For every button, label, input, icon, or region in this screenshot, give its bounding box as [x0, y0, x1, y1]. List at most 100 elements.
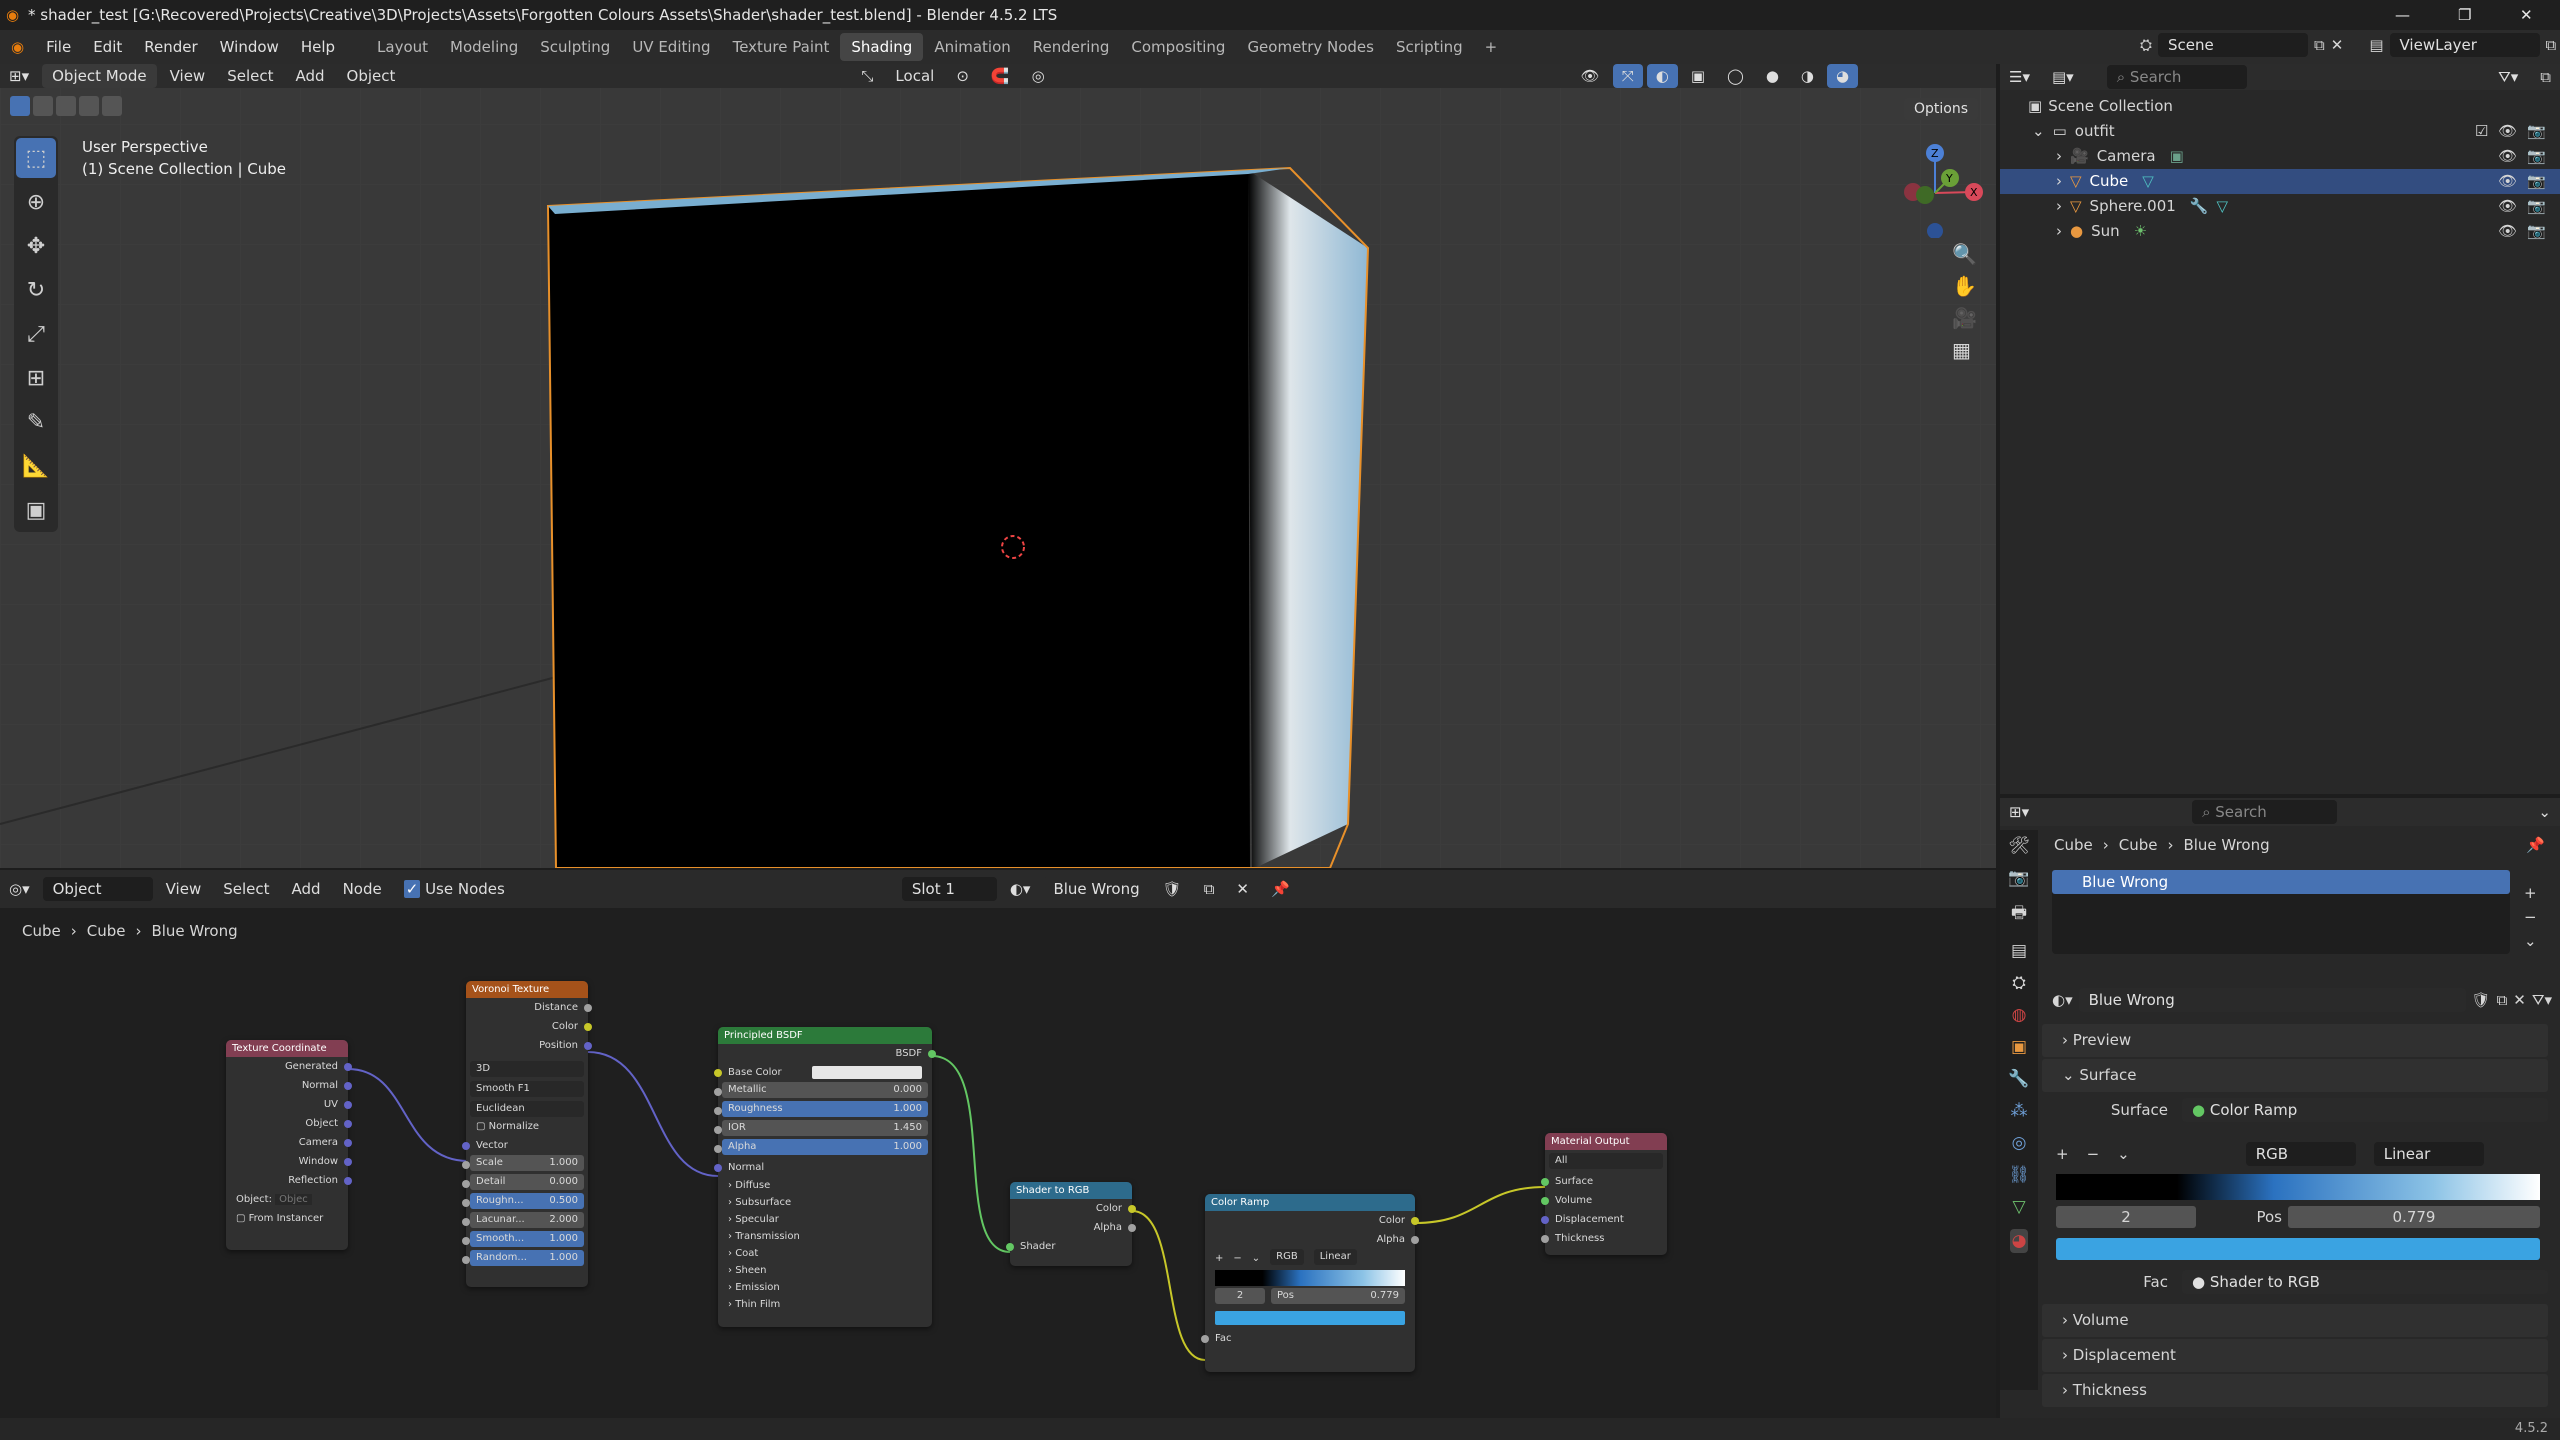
output-target-dropdown[interactable]: All — [1549, 1153, 1663, 1169]
tab-rendering[interactable]: Rendering — [1022, 33, 1121, 61]
view-layer-selector[interactable]: ViewLayer — [2389, 33, 2540, 57]
menu-file[interactable]: File — [35, 38, 82, 56]
voronoi-scale-field[interactable]: Scale 1.000 — [462, 1155, 588, 1174]
zoom-icon[interactable]: 🔍 — [1952, 242, 1977, 266]
material-tab-icon[interactable]: ◕ — [2009, 1229, 2029, 1253]
scene-tab-icon[interactable]: ⛭ — [2012, 973, 2026, 993]
feature-dropdown[interactable]: Smooth F1 — [470, 1081, 584, 1097]
display-mode-icon[interactable]: ▤▾ — [2043, 65, 2083, 89]
voronoi-detail-field[interactable]: Detail 0.000 — [462, 1174, 588, 1193]
tab-uv-editing[interactable]: UV Editing — [621, 33, 721, 61]
ramp-stop-color[interactable] — [1215, 1311, 1405, 1325]
render-camera-icon[interactable]: 📷 — [2527, 144, 2546, 169]
prop-ramp-gradient[interactable] — [2056, 1174, 2540, 1200]
voronoi-roughness-field[interactable]: Roughn... 0.500 — [462, 1193, 588, 1212]
shader-to-rgb-node[interactable]: Shader to RGB Color Alpha Shader — [1006, 1182, 1136, 1266]
output-tab-icon[interactable]: 🖶 — [2011, 900, 2027, 929]
tab-compositing[interactable]: Compositing — [1120, 33, 1236, 61]
principled-bsdf-node[interactable]: Principled BSDF BSDF Base Color Metallic… — [714, 1027, 936, 1327]
prop-ramp-remove-icon[interactable]: − — [2087, 1145, 2100, 1163]
ramp-interp-dropdown[interactable]: Linear — [1313, 1249, 1357, 1265]
view-layer-tab-icon[interactable]: ▤ — [2011, 941, 2027, 961]
prop-ramp-stop-color[interactable] — [2056, 1238, 2540, 1260]
tab-sculpting[interactable]: Sculpting — [529, 33, 621, 61]
voronoi-smoothness-field[interactable]: Smooth... 1.000 — [462, 1231, 588, 1250]
panel-specular[interactable]: › Specular — [718, 1211, 932, 1228]
tab-scripting[interactable]: Scripting — [1385, 33, 1474, 61]
tab-geometry-nodes[interactable]: Geometry Nodes — [1236, 33, 1385, 61]
ramp-add-stop-icon[interactable]: + — [1215, 1249, 1223, 1268]
voronoi-texture-node[interactable]: Voronoi Texture Distance Color Position … — [462, 981, 592, 1287]
menu-edit[interactable]: Edit — [82, 38, 133, 56]
properties-type-icon[interactable]: ⊞▾ — [2000, 800, 2038, 824]
panel-sheen[interactable]: › Sheen — [718, 1262, 932, 1279]
render-camera-icon[interactable]: 📷 — [2527, 194, 2546, 219]
physics-tab-icon[interactable]: ◎ — [2012, 1133, 2027, 1153]
section-displacement[interactable]: › Displacement — [2042, 1339, 2548, 1372]
prop-ramp-interp[interactable]: Linear — [2373, 1142, 2484, 1166]
shader-node-editor[interactable]: ◎▾ Object View Select Add Node ✓ Use Nod… — [0, 870, 1996, 1418]
metric-dropdown[interactable]: Euclidean — [470, 1101, 584, 1117]
slot-menu-button[interactable]: ⌄ — [2524, 932, 2537, 950]
render-camera-icon[interactable]: 📷 — [2527, 119, 2546, 144]
render-tab-icon[interactable]: 📷 — [2008, 868, 2029, 888]
prop-ramp-pos[interactable]: 0.779 — [2288, 1206, 2540, 1228]
visibility-eye-icon[interactable]: 👁 — [2498, 119, 2517, 144]
visibility-eye-icon[interactable]: 👁 — [2498, 144, 2517, 169]
blender-menu-icon[interactable]: ◉ — [0, 38, 35, 56]
prop-ramp-menu-icon[interactable]: ⌄ — [2117, 1145, 2130, 1163]
panel-transmission[interactable]: › Transmission — [718, 1228, 932, 1245]
tab-layout[interactable]: Layout — [366, 33, 439, 61]
ramp-mode-dropdown[interactable]: RGB — [1270, 1249, 1304, 1265]
fac-input-field[interactable]: ● Shader to RGB — [2182, 1270, 2548, 1294]
ramp-pos-field[interactable]: Pos 0.779 — [1271, 1288, 1405, 1304]
add-slot-button[interactable]: + — [2524, 884, 2537, 902]
render-camera-icon[interactable]: 📷 — [2527, 169, 2546, 194]
visibility-eye-icon[interactable]: 👁 — [2498, 219, 2517, 244]
metallic-field[interactable]: Metallic 0.000 — [714, 1082, 932, 1101]
world-tab-icon[interactable]: ◍ — [2012, 1005, 2027, 1025]
section-preview[interactable]: › Preview — [2042, 1024, 2548, 1057]
texture-coordinate-node[interactable]: Texture Coordinate Generated Normal UV O… — [226, 1040, 352, 1250]
color-ramp-node[interactable]: Color Ramp Color Alpha + − ⌄ RGB Linear … — [1201, 1194, 1419, 1372]
menu-render[interactable]: Render — [133, 38, 208, 56]
collection-outfit-row[interactable]: ⌄ ▭ outfit ☑ 👁 📷 — [2000, 119, 2560, 144]
panel-emission[interactable]: › Emission — [718, 1279, 932, 1296]
ior-field[interactable]: IOR 1.450 — [714, 1120, 932, 1139]
filter-nodes-icon[interactable]: ⛛▾ — [2532, 991, 2552, 1009]
particles-tab-icon[interactable]: ⁂ — [2011, 1101, 2028, 1121]
tab-animation[interactable]: Animation — [923, 33, 1021, 61]
unlink-material-icon[interactable]: ✕ — [2513, 991, 2526, 1009]
ortho-grid-icon[interactable]: ▦ — [1952, 338, 1977, 362]
from-instancer-checkbox[interactable]: ▢ From Instancer — [226, 1209, 348, 1228]
pin-properties-icon[interactable]: 📌 — [2526, 836, 2545, 854]
alpha-field[interactable]: Alpha 1.000 — [714, 1139, 932, 1158]
fake-user-icon[interactable]: 🛡 — [2472, 991, 2491, 1009]
menu-help[interactable]: Help — [290, 38, 346, 56]
outliner-type-icon[interactable]: ☰▾ — [2000, 65, 2039, 89]
outliner-item-camera[interactable]: › 🎥 Camera ▣ 👁 📷 — [2000, 144, 2560, 169]
minimize-button[interactable]: — — [2395, 0, 2410, 30]
voronoi-lacunarity-field[interactable]: Lacunar... 2.000 — [462, 1212, 588, 1231]
exclude-checkbox[interactable]: ☑ — [2475, 119, 2488, 144]
cube-object[interactable] — [0, 64, 1996, 868]
tab-modeling[interactable]: Modeling — [439, 33, 529, 61]
dimensions-dropdown[interactable]: 3D — [470, 1061, 584, 1077]
tool-tab-icon[interactable]: 🛠 — [2008, 836, 2030, 856]
remove-scene-icon[interactable]: ✕ — [2331, 36, 2344, 54]
roughness-field[interactable]: Roughness 1.000 — [714, 1101, 932, 1120]
outliner[interactable]: ☰▾ ▤▾ ⌕ Search ⛛▾ ⧉ ▣ Scene Collection ⌄ ▭… — [2000, 64, 2560, 794]
ramp-menu-icon[interactable]: ⌄ — [1252, 1249, 1260, 1268]
scene-selector[interactable]: Scene — [2158, 33, 2309, 57]
outliner-item-sphere[interactable]: › ▽ Sphere.001 🔧 ▽ 👁 📷 — [2000, 194, 2560, 219]
new-collection-icon[interactable]: ⧉ — [2531, 65, 2560, 89]
prop-ramp-mode[interactable]: RGB — [2245, 1142, 2356, 1166]
material-output-node[interactable]: Material Output All Surface Volume Displ… — [1541, 1133, 1667, 1255]
properties-editor[interactable]: ⊞▾ ⌕ Search ⌄ 🛠 📷 🖶 ▤ ⛭ ◍ ▣ 🔧 ⁂ ◎ ⛓ ▽ ◕ … — [2000, 798, 2560, 1420]
close-window-button[interactable]: ✕ — [2520, 0, 2533, 30]
modifier-tab-icon[interactable]: 🔧 — [2008, 1069, 2029, 1089]
surface-shader-field[interactable]: ● Color Ramp — [2182, 1098, 2548, 1122]
ramp-index-field[interactable]: 2 — [1215, 1288, 1265, 1304]
voronoi-randomness-field[interactable]: Random... 1.000 — [462, 1250, 588, 1269]
ramp-gradient[interactable] — [1215, 1270, 1405, 1286]
